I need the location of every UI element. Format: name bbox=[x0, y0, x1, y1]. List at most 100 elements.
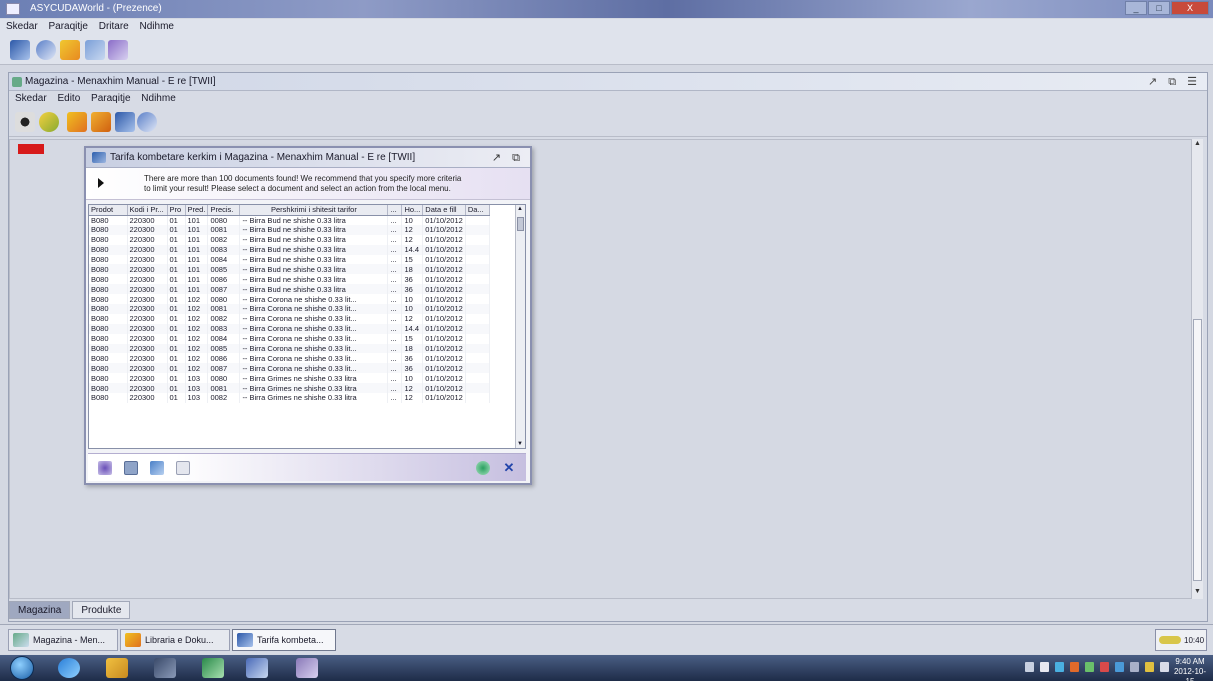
scroll-thumb[interactable] bbox=[1193, 319, 1202, 581]
col-header[interactable]: Pred. bbox=[185, 205, 209, 216]
table-row[interactable]: B080 220300 01 101 0081 -- Birra Bud ne shish… bbox=[89, 224, 490, 235]
table-cell: 101 bbox=[185, 244, 209, 255]
scroll-thumb[interactable] bbox=[517, 217, 524, 231]
tray-icon[interactable] bbox=[1040, 662, 1049, 672]
folder-icon[interactable] bbox=[106, 658, 128, 678]
tab-magazina[interactable]: Magazina bbox=[9, 601, 71, 619]
taskbar-item-label: Magazina - Men... bbox=[33, 635, 106, 645]
table-row[interactable]: B080 220300 01 102 0080 -- Birra Corona ne sh… bbox=[89, 294, 490, 305]
table-scrollbar[interactable]: ▲ ▼ bbox=[515, 205, 525, 448]
col-header[interactable]: Prodot bbox=[89, 205, 128, 216]
java-app-icon[interactable] bbox=[296, 658, 318, 678]
document-icon[interactable] bbox=[67, 112, 87, 132]
inner-menu-paraqitje[interactable]: Paraqitje bbox=[91, 93, 130, 104]
tray-icon[interactable] bbox=[1055, 662, 1064, 672]
table-row[interactable]: B080 220300 01 102 0085 -- Birra Corona ne sh… bbox=[89, 343, 490, 354]
play-icon[interactable] bbox=[98, 178, 104, 188]
table-row[interactable]: B080 220300 01 102 0082 -- Birra Corona ne sh… bbox=[89, 313, 490, 324]
system-clock[interactable]: 9:40 AM 2012-10-15 bbox=[1173, 657, 1207, 681]
table-row[interactable]: B080 220300 01 101 0085 -- Birra Bud ne shish… bbox=[89, 264, 490, 275]
col-header[interactable]: Precis. bbox=[207, 205, 241, 216]
minimize-button[interactable]: _ bbox=[1125, 1, 1147, 15]
media-icon[interactable] bbox=[154, 658, 176, 678]
taskbar-item-libraria[interactable]: Libraria e Doku... bbox=[120, 629, 230, 651]
tray-icon[interactable] bbox=[1160, 662, 1169, 672]
col-header[interactable]: ... bbox=[387, 205, 403, 216]
table-row[interactable]: B080 220300 01 101 0084 -- Birra Bud ne shish… bbox=[89, 254, 490, 265]
document-app-icon[interactable] bbox=[246, 658, 268, 678]
tools-icon[interactable] bbox=[108, 40, 128, 60]
table-row[interactable]: B080 220300 01 102 0083 -- Birra Corona ne sh… bbox=[89, 323, 490, 334]
print-icon[interactable] bbox=[150, 461, 164, 475]
select-icon[interactable] bbox=[124, 461, 138, 475]
table-cell: ... bbox=[387, 393, 403, 403]
taskbar-item-tarifa[interactable]: Tarifa kombeta... bbox=[232, 629, 336, 651]
col-header[interactable]: Ho... bbox=[401, 205, 424, 216]
table-row[interactable]: B080 220300 01 102 0081 -- Birra Corona ne sh… bbox=[89, 304, 490, 314]
content-scrollbar[interactable]: ▲ ▼ bbox=[1191, 139, 1203, 599]
frame-controls[interactable]: ↗ ⧉ ☰ bbox=[1148, 75, 1201, 89]
hint-icon[interactable] bbox=[39, 112, 59, 132]
table-row[interactable]: B080 220300 01 103 0082 -- Birra Grimes ne sh… bbox=[89, 393, 490, 403]
taskbar-item-magazina[interactable]: Magazina - Men... bbox=[8, 629, 118, 651]
inner-menu-ndihme[interactable]: Ndihme bbox=[141, 93, 175, 104]
tray-icon[interactable] bbox=[1070, 662, 1079, 672]
table-row[interactable]: B080 220300 01 102 0084 -- Birra Corona ne sh… bbox=[89, 333, 490, 344]
table-row[interactable]: B080 220300 01 101 0083 -- Birra Bud ne shish… bbox=[89, 244, 490, 255]
tab-produkte[interactable]: Produkte bbox=[72, 601, 131, 619]
table-row[interactable]: B080 220300 01 102 0087 -- Birra Corona ne sh… bbox=[89, 363, 490, 374]
dialog-controls[interactable]: ↗ ⧉ bbox=[492, 151, 524, 165]
search-icon[interactable] bbox=[36, 40, 56, 60]
tray-icon[interactable] bbox=[1085, 662, 1094, 672]
export-icon[interactable] bbox=[176, 461, 190, 475]
col-header[interactable]: Pro bbox=[167, 205, 186, 216]
search-icon[interactable] bbox=[137, 112, 157, 132]
table-cell: -- Birra Bud ne shishe 0.33 litra bbox=[239, 244, 389, 255]
app-logo-icon bbox=[6, 3, 20, 15]
connect-icon[interactable] bbox=[10, 40, 30, 60]
maximize-button[interactable]: □ bbox=[1148, 1, 1170, 15]
table-row[interactable]: B080 220300 01 103 0080 -- Birra Grimes ne sh… bbox=[89, 373, 490, 384]
menu-ndihme[interactable]: Ndihme bbox=[140, 21, 174, 32]
table-row[interactable]: B080 220300 01 103 0081 -- Birra Grimes ne sh… bbox=[89, 383, 490, 394]
start-button[interactable] bbox=[10, 656, 34, 680]
search-icon[interactable] bbox=[98, 461, 112, 475]
view-icon[interactable] bbox=[15, 112, 35, 132]
tray-icon[interactable] bbox=[1100, 662, 1109, 672]
col-header[interactable]: Pershkrimi i shitesit tarifor bbox=[239, 205, 389, 216]
confirm-icon[interactable] bbox=[476, 461, 490, 475]
connect-icon[interactable] bbox=[115, 112, 135, 132]
cancel-icon[interactable]: ✕ bbox=[502, 461, 516, 475]
scroll-up-icon[interactable]: ▲ bbox=[1193, 140, 1202, 150]
tray-icon[interactable] bbox=[1130, 662, 1139, 672]
col-header[interactable]: Data e fill bbox=[422, 205, 466, 216]
col-header[interactable]: Da... bbox=[465, 205, 490, 216]
tray-icon[interactable] bbox=[1145, 662, 1154, 672]
menu-dritare[interactable]: Dritare bbox=[99, 21, 129, 32]
dialog-message: There are more than 100 documents found!… bbox=[86, 168, 530, 200]
menu-paraqitje[interactable]: Paraqitje bbox=[48, 21, 87, 32]
inner-menu-edito[interactable]: Edito bbox=[57, 93, 80, 104]
menu-skedar[interactable]: Skedar bbox=[6, 21, 38, 32]
tray-icon[interactable] bbox=[1025, 662, 1034, 672]
table-row[interactable]: B080 220300 01 101 0080 -- Birra Bud ne shish… bbox=[89, 215, 490, 225]
table-row[interactable]: B080 220300 01 101 0082 -- Birra Bud ne shish… bbox=[89, 234, 490, 245]
table-cell: 0082 bbox=[207, 393, 241, 403]
inner-menu-skedar[interactable]: Skedar bbox=[15, 93, 47, 104]
scroll-down-icon[interactable]: ▼ bbox=[1193, 588, 1202, 598]
col-header[interactable]: Kodi i Pr... bbox=[127, 205, 168, 216]
close-button[interactable]: X bbox=[1171, 1, 1209, 15]
scroll-up-icon[interactable]: ▲ bbox=[517, 206, 523, 212]
table-cell bbox=[465, 373, 490, 384]
table-row[interactable]: B080 220300 01 102 0086 -- Birra Corona ne sh… bbox=[89, 353, 490, 364]
documents-icon[interactable] bbox=[91, 112, 111, 132]
table-row[interactable]: B080 220300 01 101 0087 -- Birra Bud ne shish… bbox=[89, 284, 490, 295]
spreadsheet-icon[interactable] bbox=[202, 658, 224, 678]
scroll-down-icon[interactable]: ▼ bbox=[517, 441, 523, 447]
table-row[interactable]: B080 220300 01 101 0086 -- Birra Bud ne shish… bbox=[89, 274, 490, 285]
browser-icon[interactable] bbox=[58, 658, 80, 678]
document-library-icon[interactable] bbox=[60, 40, 80, 60]
table-cell: 102 bbox=[185, 294, 209, 305]
settings-icon[interactable] bbox=[85, 40, 105, 60]
tray-icon[interactable] bbox=[1115, 662, 1124, 672]
